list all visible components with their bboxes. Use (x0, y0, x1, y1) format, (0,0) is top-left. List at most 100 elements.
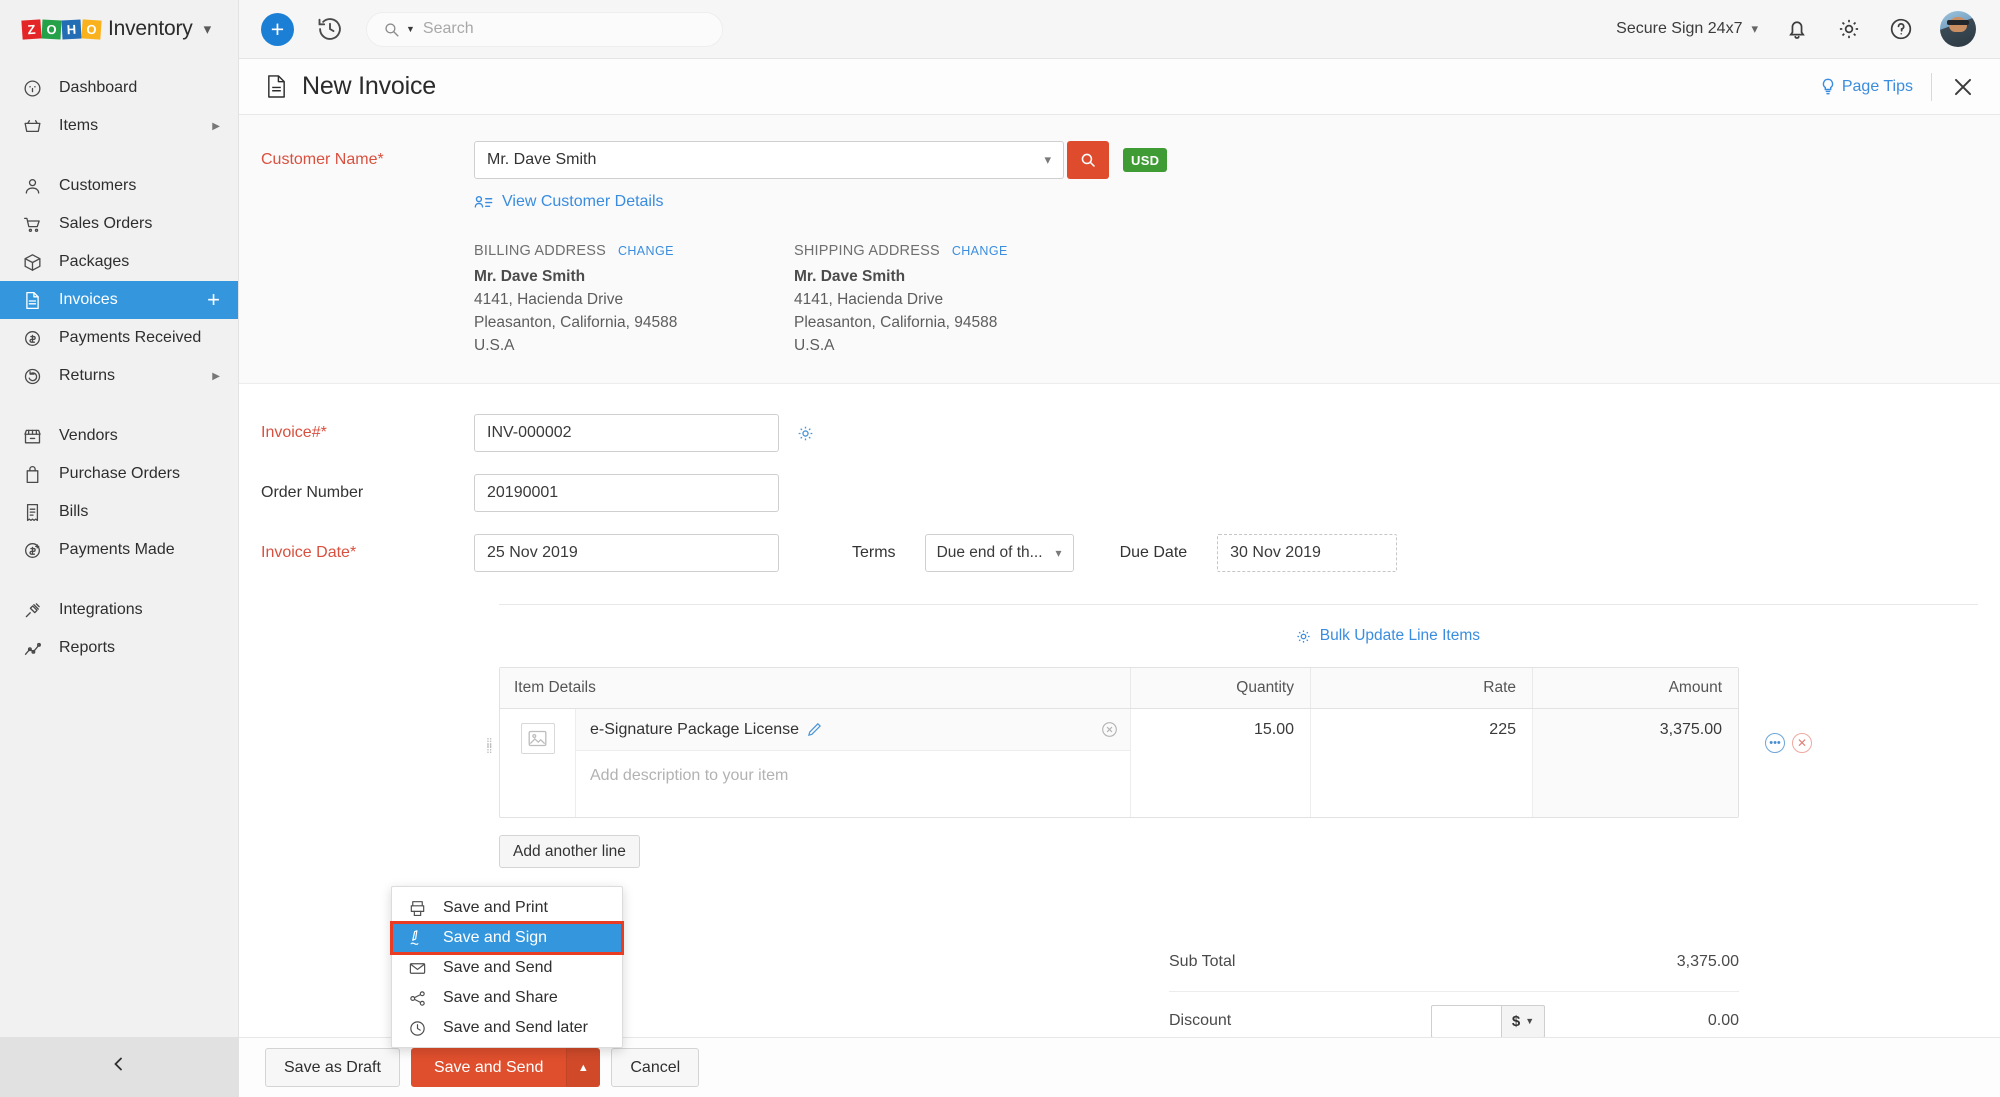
sidebar-item-dashboard[interactable]: Dashboard (0, 69, 238, 107)
edit-pencil-icon[interactable] (807, 722, 822, 737)
invoice-number-settings-gear-icon[interactable] (796, 424, 815, 443)
invoice-number-label: Invoice#* (261, 424, 327, 441)
sidebar-item-label: Sales Orders (59, 215, 153, 232)
global-search[interactable]: ▼ (366, 11, 723, 47)
topbar-actions-right: Secure Sign 24x7 ▾ (1616, 11, 2000, 47)
sidebar-item-vendors[interactable]: Vendors (0, 417, 238, 455)
billing-address-name: Mr. Dave Smith (474, 268, 586, 285)
shipping-address-header: SHIPPING ADDRESS CHANGE (794, 243, 1114, 259)
sidebar-item-purchase-orders[interactable]: Purchase Orders (0, 455, 238, 493)
page-tips-button[interactable]: Page Tips (1820, 78, 1913, 96)
invoice-date-label: Invoice Date* (261, 544, 357, 561)
row-drag-handle[interactable]: ⣿ ⣿ (486, 738, 494, 753)
invoice-document-icon (265, 74, 288, 100)
search-scope-chevron-icon[interactable]: ▼ (406, 24, 415, 34)
add-line-row: Add another line (499, 835, 2000, 868)
billing-address-change-link[interactable]: CHANGE (618, 244, 674, 258)
item-rate[interactable]: 225 (1310, 709, 1532, 817)
collapse-sidebar-icon[interactable] (112, 1057, 126, 1071)
menu-item-save-and-send[interactable]: Save and Send (392, 953, 622, 983)
table-row: ⣿ ⣿ e-Signature Package License Add desc… (486, 709, 1812, 817)
customer-search-button[interactable] (1067, 141, 1109, 179)
menu-item-save-and-sign[interactable]: Save and Sign (390, 921, 624, 955)
discount-input[interactable] (1431, 1004, 1501, 1037)
clear-item-icon[interactable] (1101, 721, 1118, 738)
item-name-bar[interactable]: e-Signature Package License (576, 709, 1130, 751)
sidebar-item-reports[interactable]: Reports (0, 629, 238, 667)
bell-icon[interactable] (1784, 16, 1810, 42)
invoice-number-input[interactable] (474, 414, 779, 452)
sidebar-item-returns[interactable]: Returns ▶ (0, 357, 238, 395)
sidebar-item-items[interactable]: Items ▶ (0, 107, 238, 145)
sidebar-item-label: Payments Received (59, 329, 202, 346)
sidebar-item-packages[interactable]: Packages (0, 243, 238, 281)
organization-name: Secure Sign 24x7 (1616, 20, 1743, 37)
avatar[interactable] (1940, 11, 1976, 47)
invoice-date-input[interactable] (474, 534, 779, 572)
customer-select[interactable]: Mr. Dave Smith ▾ (474, 141, 1064, 179)
sidebar-item-sales-orders[interactable]: Sales Orders (0, 205, 238, 243)
brand-zone[interactable]: ZOHO Inventory ▾ (0, 0, 239, 59)
line-items-header: Item Details Quantity Rate Amount (500, 668, 1738, 709)
sidebar-item-payments-received[interactable]: Payments Received (0, 319, 238, 357)
basket-icon (22, 116, 43, 137)
sidebar-item-bills[interactable]: Bills (0, 493, 238, 531)
item-name: e-Signature Package License (590, 720, 800, 738)
gear-icon[interactable] (1836, 16, 1862, 42)
sidebar-item-invoices[interactable]: Invoices + (0, 281, 238, 319)
totals-panel: Sub Total 3,375.00 Discount $ ▼ 0.00 (1169, 933, 1739, 1037)
shipping-address: SHIPPING ADDRESS CHANGE Mr. Dave Smith 4… (794, 243, 1114, 355)
recent-activity-icon[interactable] (316, 15, 344, 43)
menu-item-save-and-send-later[interactable]: Save and Send later (392, 1013, 622, 1043)
logo-letter-o1: O (41, 19, 62, 39)
invoice-details-section: Invoice#* Order Number Invoice Date* Ter… (239, 384, 2000, 868)
logo-letter-h: H (61, 19, 82, 39)
item-quantity[interactable]: 15.00 (1130, 709, 1310, 817)
sidebar-item-payments-made[interactable]: Payments Made (0, 531, 238, 569)
search-input[interactable] (420, 19, 706, 39)
menu-item-label: Save and Sign (443, 929, 548, 946)
sidebar-footer (0, 1037, 239, 1097)
clock-icon (408, 1019, 427, 1038)
shipping-address-change-link[interactable]: CHANGE (952, 244, 1008, 258)
menu-item-label: Save and Send later (443, 1019, 588, 1036)
new-invoice-plus-icon[interactable]: + (207, 289, 220, 311)
chevron-down-icon: ▾ (1044, 152, 1051, 167)
close-icon[interactable] (1950, 74, 1976, 100)
cancel-button[interactable]: Cancel (611, 1048, 700, 1087)
discount-row: Discount $ ▼ 0.00 (1169, 992, 1739, 1037)
discount-unit-select[interactable]: $ ▼ (1501, 1004, 1545, 1037)
invoice-number-row: Invoice#* (239, 414, 2000, 452)
due-date-field[interactable]: 30 Nov 2019 (1217, 534, 1398, 572)
image-placeholder-icon[interactable] (520, 723, 555, 754)
sub-total-row: Sub Total 3,375.00 (1169, 933, 1739, 991)
plug-icon (22, 600, 43, 621)
bulk-update-line-items-link[interactable]: Bulk Update Line Items (1295, 627, 1480, 645)
billing-address-line2: Pleasanton, California, 94588 (474, 314, 678, 331)
save-and-send-button[interactable]: Save and Send (410, 1048, 567, 1087)
order-number-input[interactable] (474, 474, 779, 512)
save-options-caret-up-icon[interactable]: ▲ (566, 1048, 601, 1087)
due-date-label: Due Date (1119, 544, 1188, 561)
menu-item-save-and-share[interactable]: Save and Share (392, 983, 622, 1013)
chevron-down-icon: ▾ (1751, 21, 1758, 36)
chevron-down-icon[interactable]: ▾ (204, 20, 212, 38)
save-as-draft-button[interactable]: Save as Draft (265, 1048, 400, 1087)
row-delete-icon[interactable]: ✕ (1792, 733, 1812, 753)
sidebar-item-label: Vendors (59, 427, 118, 444)
terms-select[interactable]: Due end of th... ▾ (924, 534, 1074, 572)
sidebar-item-label: Reports (59, 639, 116, 656)
sidebar-item-customers[interactable]: Customers (0, 167, 238, 205)
add-another-line-button[interactable]: Add another line (499, 835, 640, 868)
billing-address-line1: 4141, Hacienda Drive (474, 291, 624, 308)
item-description-input[interactable]: Add description to your item (576, 751, 1130, 817)
view-customer-details-link[interactable]: View Customer Details (239, 193, 2000, 211)
sidebar-item-integrations[interactable]: Integrations (0, 591, 238, 629)
menu-item-save-and-print[interactable]: Save and Print (392, 893, 622, 923)
quick-create-button[interactable]: + (261, 12, 294, 46)
row-more-options-icon[interactable]: ••• (1765, 733, 1785, 753)
help-icon[interactable] (1888, 16, 1914, 42)
organization-switcher[interactable]: Secure Sign 24x7 ▾ (1616, 20, 1758, 38)
sidebar-item-label: Dashboard (59, 79, 138, 96)
cart-icon (22, 214, 43, 235)
